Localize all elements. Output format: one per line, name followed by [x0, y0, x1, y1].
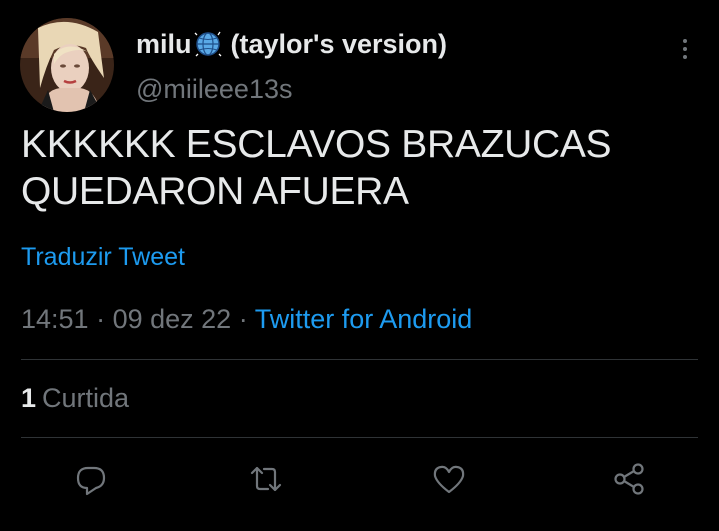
display-name[interactable]: milu (taylor's version) — [136, 27, 447, 61]
more-dot-icon — [683, 47, 687, 51]
likes-count-link[interactable]: 1 Curtida — [21, 380, 129, 416]
meta-separator: · — [88, 304, 113, 334]
avatar[interactable] — [20, 18, 114, 112]
likes-count: 1 — [21, 383, 37, 413]
more-options-button[interactable] — [672, 34, 698, 64]
translate-tweet-link[interactable]: Traduzir Tweet — [21, 241, 185, 273]
tweet-time[interactable]: 14:51 — [21, 304, 89, 334]
retweet-icon — [250, 466, 282, 492]
user-handle[interactable]: @miileee13s — [136, 72, 292, 106]
globe-emoji-icon — [193, 29, 223, 59]
display-name-suffix: (taylor's version) — [230, 29, 448, 59]
meta-separator: · — [231, 304, 255, 334]
reply-button[interactable] — [73, 461, 109, 497]
tweet-source-link[interactable]: Twitter for Android — [255, 304, 473, 334]
reply-icon — [76, 466, 106, 496]
avatar-image — [20, 18, 114, 112]
more-dot-icon — [683, 39, 687, 43]
tweet-date[interactable]: 09 dez 22 — [113, 304, 232, 334]
tweet-text: KKKKKK ESCLAVOS BRAZUCAS QUEDARON AFUERA — [21, 123, 612, 213]
divider — [21, 437, 698, 438]
share-button[interactable] — [611, 461, 647, 497]
retweet-button[interactable] — [248, 461, 284, 497]
heart-icon — [433, 465, 465, 494]
divider — [21, 359, 698, 360]
share-icon — [614, 463, 644, 495]
tweet-meta: 14:51 · 09 dez 22 · Twitter for Android — [21, 301, 472, 337]
display-name-text: milu — [136, 29, 192, 59]
more-dot-icon — [683, 55, 687, 59]
likes-label: Curtida — [42, 383, 130, 413]
like-button[interactable] — [431, 461, 467, 497]
